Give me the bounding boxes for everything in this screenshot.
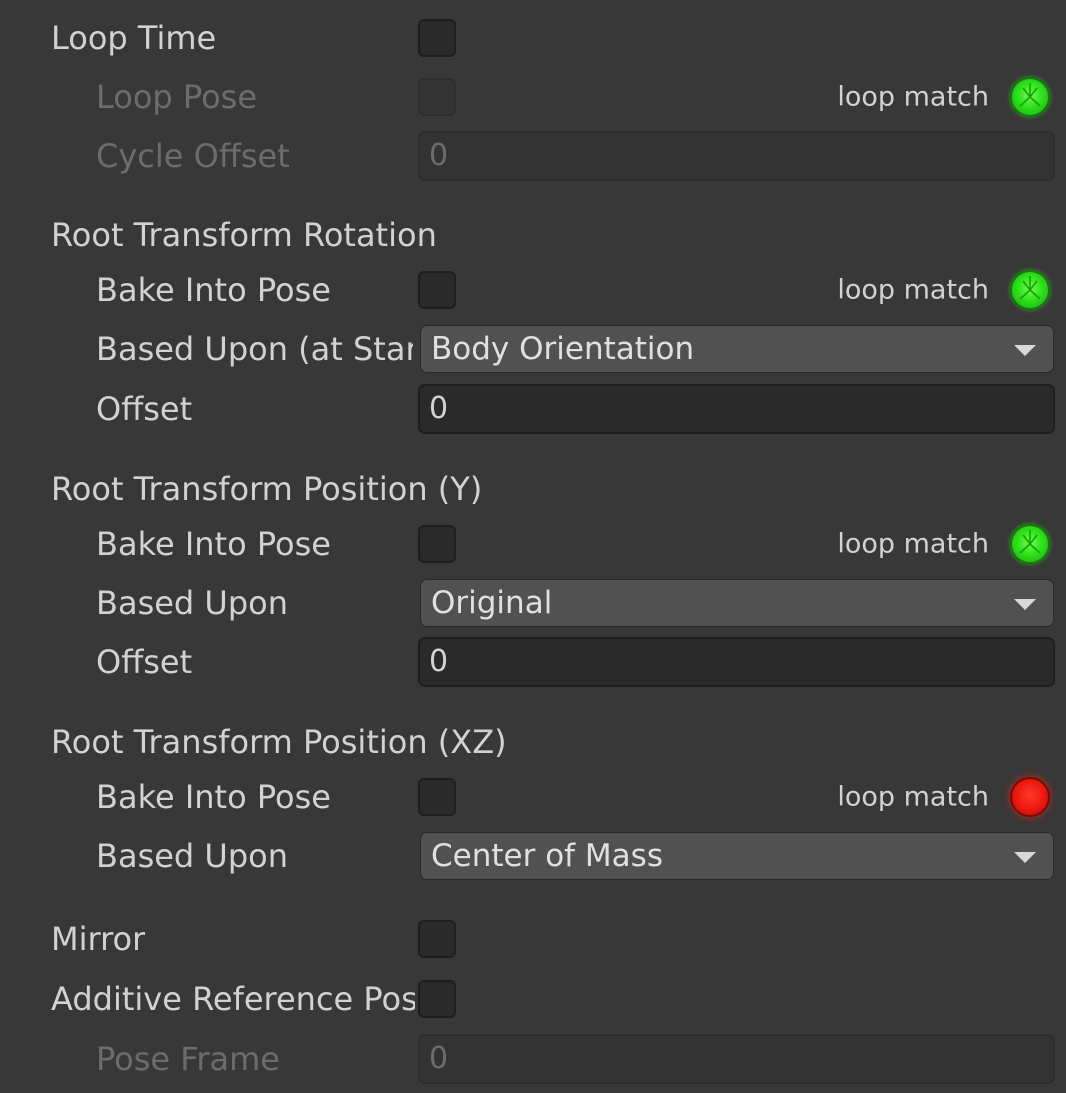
root-position-xz-bake-label: Bake Into Pose xyxy=(96,778,331,816)
root-position-y-offset-row: Offset 0 xyxy=(0,636,1066,688)
pose-frame-label: Pose Frame xyxy=(96,1040,280,1078)
root-position-xz-based-upon-label: Based Upon xyxy=(96,837,288,875)
additive-reference-pose-row: Additive Reference Pose xyxy=(0,973,1066,1025)
cycle-offset-label: Cycle Offset xyxy=(96,137,290,175)
root-position-xz-header-row: Root Transform Position (XZ) xyxy=(0,716,1066,768)
root-rotation-based-upon-row: Based Upon (at Start) Body Orientation xyxy=(0,323,1066,375)
root-rotation-header-row: Root Transform Rotation xyxy=(0,209,1066,261)
loop-pose-loop-match-indicator-icon xyxy=(1010,77,1050,117)
root-rotation-offset-label: Offset xyxy=(96,390,193,428)
root-position-y-bake-checkbox[interactable] xyxy=(418,525,456,563)
root-position-xz-bake-row: Bake Into Pose loop match xyxy=(0,771,1066,823)
dropdown-arrow-icon xyxy=(1014,852,1036,863)
root-position-xz-based-upon-value: Center of Mass xyxy=(431,838,663,874)
dropdown-arrow-icon xyxy=(1014,599,1036,610)
cycle-offset-field[interactable]: 0 xyxy=(418,131,1055,181)
root-position-y-bake-row: Bake Into Pose loop match xyxy=(0,518,1066,570)
cycle-offset-row: Cycle Offset 0 xyxy=(0,130,1066,182)
loop-pose-checkbox[interactable] xyxy=(418,78,456,116)
root-position-y-loop-match-label: loop match xyxy=(837,528,989,560)
root-rotation-offset-row: Offset 0 xyxy=(0,383,1066,435)
pose-frame-field[interactable]: 0 xyxy=(418,1034,1055,1084)
root-position-y-offset-label: Offset xyxy=(96,643,193,681)
root-rotation-bake-row: Bake Into Pose loop match xyxy=(0,264,1066,316)
root-rotation-based-upon-value: Body Orientation xyxy=(431,331,695,367)
root-position-y-bake-label: Bake Into Pose xyxy=(96,525,331,563)
root-position-y-header-row: Root Transform Position (Y) xyxy=(0,463,1066,515)
root-rotation-offset-field[interactable]: 0 xyxy=(418,384,1055,434)
root-position-xz-based-upon-dropdown[interactable]: Center of Mass xyxy=(420,832,1054,880)
root-position-xz-loop-match-indicator-icon xyxy=(1010,777,1050,817)
loop-pose-label: Loop Pose xyxy=(96,78,257,116)
root-rotation-bake-label: Bake Into Pose xyxy=(96,271,331,309)
root-rotation-based-upon-label: Based Upon (at Start) xyxy=(96,330,413,368)
root-rotation-based-upon-dropdown[interactable]: Body Orientation xyxy=(420,325,1054,373)
root-position-y-offset-field[interactable]: 0 xyxy=(418,637,1055,687)
loop-pose-loop-match-label: loop match xyxy=(837,81,989,113)
root-rotation-loop-match-label: loop match xyxy=(837,274,989,306)
pose-frame-row: Pose Frame 0 xyxy=(0,1033,1066,1085)
additive-reference-pose-label: Additive Reference Pose xyxy=(51,980,415,1018)
root-rotation-bake-checkbox[interactable] xyxy=(418,271,456,309)
root-rotation-loop-match-indicator-icon xyxy=(1010,270,1050,310)
root-position-xz-based-upon-row: Based Upon Center of Mass xyxy=(0,830,1066,882)
loop-time-checkbox[interactable] xyxy=(418,19,456,57)
additive-reference-pose-checkbox[interactable] xyxy=(418,980,456,1018)
mirror-row: Mirror xyxy=(0,913,1066,965)
root-position-y-based-upon-label: Based Upon xyxy=(96,584,288,622)
loop-time-row: Loop Time xyxy=(0,12,1066,64)
loop-pose-row: Loop Pose loop match xyxy=(0,71,1066,123)
loop-time-label: Loop Time xyxy=(51,19,217,57)
root-position-y-based-upon-value: Original xyxy=(431,585,553,621)
root-position-y-header: Root Transform Position (Y) xyxy=(51,470,483,508)
mirror-label: Mirror xyxy=(51,920,146,958)
root-position-y-based-upon-row: Based Upon Original xyxy=(0,577,1066,629)
dropdown-arrow-icon xyxy=(1014,345,1036,356)
root-position-xz-bake-checkbox[interactable] xyxy=(418,778,456,816)
root-position-xz-header: Root Transform Position (XZ) xyxy=(51,723,507,761)
root-position-y-loop-match-indicator-icon xyxy=(1010,524,1050,564)
mirror-checkbox[interactable] xyxy=(418,920,456,958)
root-position-y-based-upon-dropdown[interactable]: Original xyxy=(420,579,1054,627)
root-rotation-header: Root Transform Rotation xyxy=(51,216,437,254)
root-position-xz-loop-match-label: loop match xyxy=(837,781,989,813)
